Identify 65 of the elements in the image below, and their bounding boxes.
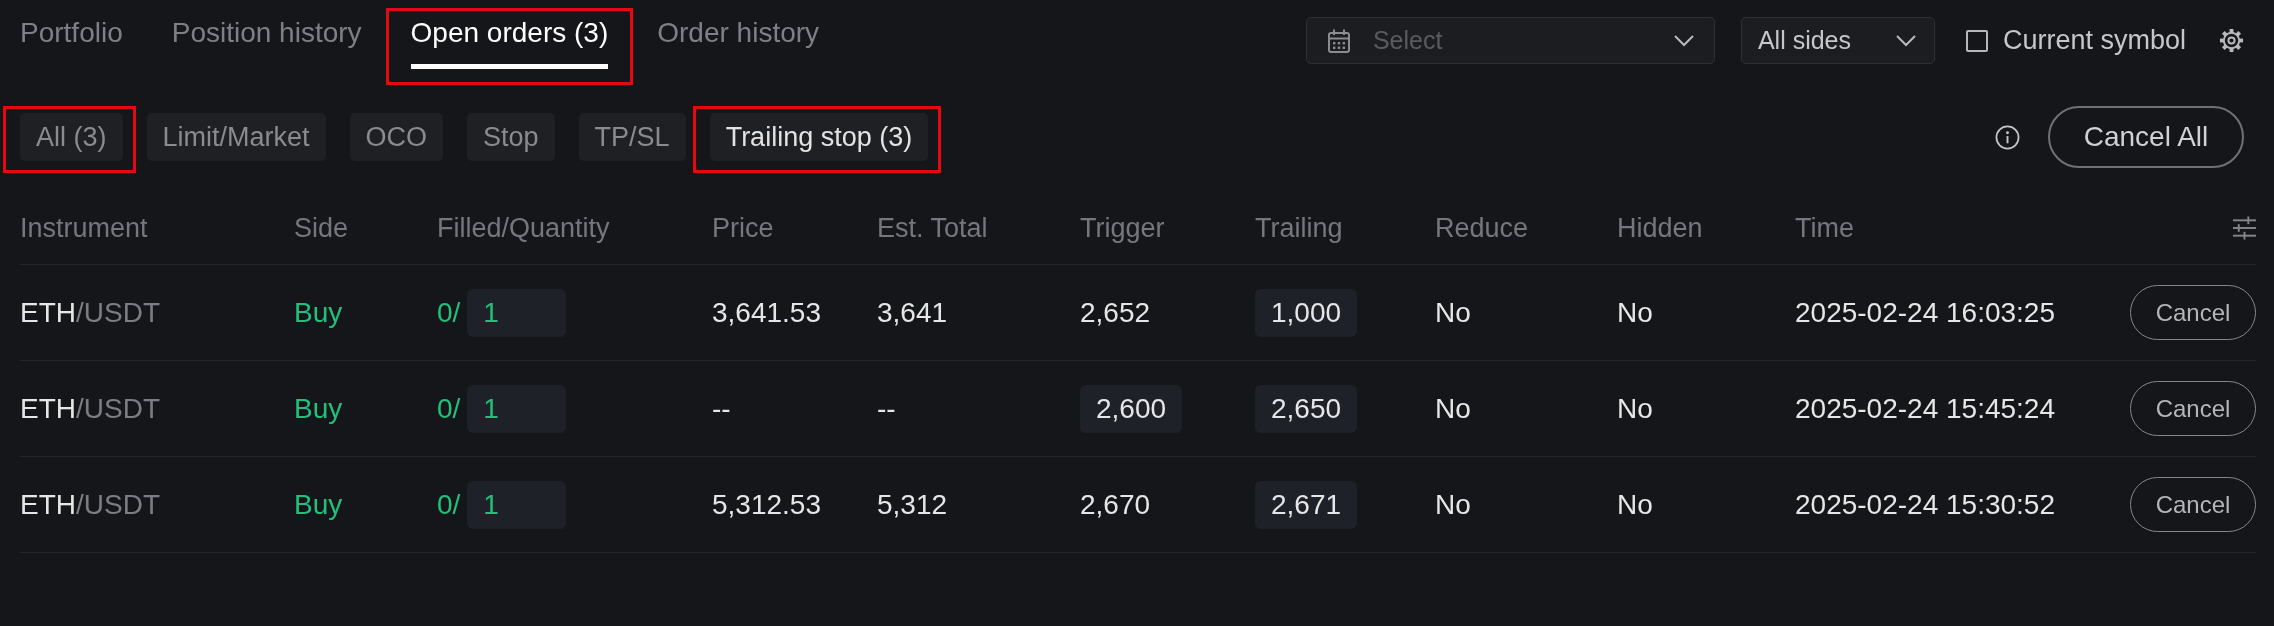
settings-icon[interactable] (2219, 28, 2244, 53)
reduce-cell: No (1435, 392, 1471, 425)
side-cell: Buy (294, 488, 343, 521)
date-placeholder: Select (1372, 26, 1444, 55)
order-type-filter[interactable]: Stop (467, 113, 555, 161)
current-symbol-label[interactable]: Current symbol (2002, 25, 2186, 56)
order-type-filter[interactable]: OCO (349, 113, 444, 161)
column-header: Est. Total (877, 212, 989, 244)
instrument-cell: ETH/USDT (20, 392, 160, 425)
hidden-cell: No (1617, 392, 1653, 425)
order-type-filter[interactable]: TP/SL (578, 113, 686, 161)
time-cell: 2025-02-24 16:03:25 (1795, 296, 2055, 329)
order-type-filter[interactable]: All (3) (20, 113, 123, 161)
tab[interactable]: Position history (171, 18, 362, 69)
checkbox[interactable] (1965, 29, 1988, 52)
time-cell: 2025-02-24 15:45:24 (1795, 392, 2055, 425)
hidden-cell: No (1617, 296, 1653, 329)
column-header: Time (1795, 212, 1855, 244)
order-type-filter[interactable]: Trailing stop (3) (709, 113, 929, 161)
side-select[interactable]: All sides (1740, 17, 1935, 64)
total-cell: -- (877, 392, 896, 425)
reduce-cell: No (1435, 488, 1471, 521)
calendar-icon (1327, 28, 1350, 53)
quantity-field[interactable]: 1 (467, 288, 567, 337)
trigger-cell: 2,670 (1080, 488, 1151, 521)
time-cell: 2025-02-24 15:30:52 (1795, 488, 2055, 521)
trailing-field[interactable]: 2,671 (1255, 480, 1358, 529)
instrument-cell: ETH/USDT (20, 296, 160, 329)
reduce-cell: No (1435, 296, 1471, 329)
trailing-field[interactable]: 2,650 (1255, 384, 1358, 433)
total-cell: 5,312 (877, 488, 948, 521)
chevron-down-icon (1895, 34, 1916, 47)
hidden-cell: No (1617, 488, 1653, 521)
cancel-all-button[interactable]: Cancel All (2048, 106, 2244, 168)
side-cell: Buy (294, 296, 343, 329)
tab[interactable]: Portfolio (20, 18, 123, 69)
tab[interactable]: Order history (657, 18, 820, 69)
column-header: Instrument (20, 212, 149, 244)
filled-amount: 0/ (437, 392, 461, 425)
column-header: Price (712, 212, 775, 244)
trigger-field[interactable]: 2,600 (1080, 384, 1183, 433)
total-cell: 3,641 (877, 296, 948, 329)
column-header: Trailing (1255, 212, 1344, 244)
column-header: Filled/Quantity (437, 212, 611, 244)
tab[interactable]: Open orders (3) (410, 18, 609, 69)
info-icon[interactable] (1995, 124, 2020, 150)
filled-amount: 0/ (437, 296, 461, 329)
price-cell: 3,641.53 (712, 296, 821, 329)
column-header: Side (294, 212, 350, 244)
quantity-field[interactable]: 1 (467, 480, 567, 529)
side-select-value: All sides (1757, 26, 1853, 55)
sliders-icon[interactable] (2233, 216, 2256, 240)
column-header: Hidden (1617, 212, 1704, 244)
quantity-field[interactable]: 1 (467, 384, 567, 433)
trailing-field[interactable]: 1,000 (1255, 288, 1358, 337)
trigger-cell: 2,652 (1080, 296, 1151, 329)
column-header: Trigger (1080, 212, 1166, 244)
side-cell: Buy (294, 392, 343, 425)
column-header: Reduce (1435, 212, 1530, 244)
order-type-filter[interactable]: Limit/Market (146, 113, 326, 161)
price-cell: -- (712, 392, 731, 425)
instrument-cell: ETH/USDT (20, 488, 160, 521)
chevron-down-icon (1673, 34, 1694, 47)
filled-amount: 0/ (437, 488, 461, 521)
price-cell: 5,312.53 (712, 488, 821, 521)
